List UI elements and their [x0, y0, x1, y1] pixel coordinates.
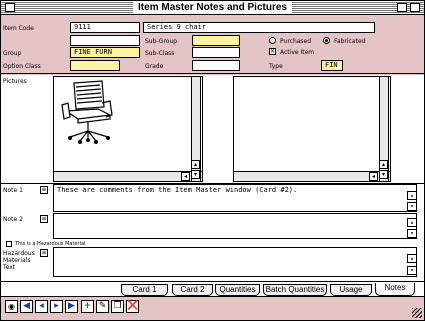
fabricated-label: Fabricated — [334, 38, 366, 45]
hazardous-scroll-up-icon[interactable]: ▴ — [407, 254, 416, 263]
picture1-horizontal-scrollbar[interactable]: ◂ ▸ — [54, 171, 202, 181]
tab-batch-quantities[interactable]: Batch Quantities — [263, 284, 327, 296]
picture-pane-1[interactable]: ◂ ▸ — [53, 76, 203, 182]
grade-field[interactable] — [192, 60, 240, 71]
fabricated-radio[interactable] — [323, 37, 330, 44]
note2-edit-icon[interactable]: ≡ — [40, 215, 48, 223]
grade-label: Grade — [145, 63, 164, 70]
hazardous-text-label-3: Text — [3, 264, 16, 271]
tab-card-2[interactable]: Card 2 — [172, 284, 213, 296]
delete-record-icon[interactable]: ❌ — [126, 300, 139, 313]
scroll-down-arrow-icon[interactable]: ▾ — [191, 170, 200, 179]
hazardous-scroll-down-icon[interactable]: ▾ — [407, 266, 416, 275]
first-record-icon[interactable]: ◀ — [20, 300, 33, 313]
purchased-label: Purchased — [280, 38, 312, 45]
type-label: Type — [269, 63, 283, 70]
scroll-up-arrow-icon[interactable]: ▴ — [379, 160, 388, 169]
tab-usage[interactable]: Usage — [330, 284, 372, 296]
previous-record-icon[interactable]: ◂ — [35, 300, 48, 313]
hazardous-edit-icon[interactable]: ≡ — [40, 249, 48, 257]
item-code-field[interactable]: 9111 — [70, 22, 140, 33]
note2-scroll-up-icon[interactable]: ▴ — [407, 218, 416, 227]
picture-pane-2[interactable]: ◂ ▸ — [233, 76, 391, 182]
note1-scroll-down-icon[interactable]: ▾ — [407, 202, 416, 211]
scroll-up-arrow-icon[interactable]: ▴ — [191, 160, 200, 169]
group-field[interactable]: FINE FURN — [70, 47, 140, 58]
next-record-icon[interactable]: ▸ — [50, 300, 63, 313]
picture1-vertical-scrollbar[interactable]: ▴ ▾ — [191, 76, 201, 182]
type-field[interactable]: FIN — [321, 60, 343, 71]
item-description-field[interactable]: Series 9 chair — [143, 22, 375, 33]
copy-record-icon[interactable]: ❐ — [111, 300, 124, 313]
hazardous-text-label-2: Materials — [3, 257, 31, 264]
tab-card-1[interactable]: Card 1 — [121, 284, 168, 296]
item-code-extra-field[interactable] — [70, 35, 140, 46]
zoom-box-icon[interactable] — [397, 3, 407, 12]
pictures-label: Pictures — [3, 78, 27, 85]
option-class-label: Option Class — [3, 63, 41, 70]
item-header-panel: Item Code 9111 Series 9 chair Sub-Group … — [1, 16, 424, 74]
picture2-horizontal-scrollbar[interactable]: ◂ ▸ — [234, 171, 390, 181]
note1-field[interactable]: These are comments from the Item Master … — [53, 184, 417, 212]
scroll-left-arrow-icon[interactable]: ◂ — [181, 172, 190, 181]
binoculars-icon[interactable]: ◉ — [5, 300, 18, 313]
note2-field[interactable]: ▴ ▾ — [53, 213, 417, 239]
last-record-icon[interactable]: ▶ — [65, 300, 78, 313]
hazardous-text-field[interactable]: ▴ ▾ — [53, 247, 417, 277]
edit-record-icon[interactable]: ✎ — [96, 300, 109, 313]
scroll-down-arrow-icon[interactable]: ▾ — [379, 170, 388, 179]
hazardous-text-label-1: Hazardous — [3, 250, 35, 257]
note1-scroll-up-icon[interactable]: ▴ — [407, 191, 416, 200]
picture2-vertical-scrollbar[interactable]: ▴ ▾ — [379, 76, 389, 182]
active-item-checkbox[interactable]: ✕ — [269, 48, 276, 55]
collapse-box-icon[interactable] — [410, 3, 420, 12]
title-bar[interactable]: Item Master Notes and Pictures — [1, 1, 424, 15]
resize-grip-icon[interactable] — [412, 308, 422, 318]
purchased-radio[interactable] — [269, 37, 276, 44]
group-label: Group — [3, 50, 22, 57]
item-master-notes-window: Item Master Notes and Pictures Item Code… — [0, 0, 425, 321]
item-code-label: Item Code — [3, 25, 34, 32]
note2-label: Note 2 — [3, 216, 23, 223]
add-record-icon[interactable]: + — [81, 300, 94, 313]
active-item-label: Active Item — [280, 49, 315, 56]
notes-pictures-area: Pictures ◂ ▸ — [1, 75, 424, 281]
card-tabs: Card 1 Card 2 Quantities Batch Quantitie… — [1, 281, 424, 296]
note1-text: These are comments from the Item Master … — [57, 186, 298, 194]
office-chair-picture — [61, 80, 113, 144]
tab-quantities[interactable]: Quantities — [215, 284, 260, 296]
scroll-left-arrow-icon[interactable]: ◂ — [369, 172, 378, 181]
subgroup-label: Sub-Group — [145, 38, 178, 45]
tab-notes[interactable]: Notes — [375, 283, 415, 296]
window-title: Item Master Notes and Pictures — [133, 2, 292, 13]
note1-edit-icon[interactable]: ≡ — [40, 186, 48, 194]
subclass-label: Sub-Class — [145, 50, 175, 57]
subclass-field[interactable] — [192, 47, 240, 58]
note1-label: Note 1 — [3, 187, 23, 194]
option-class-field[interactable] — [70, 60, 120, 71]
hazardous-material-checkbox[interactable] — [6, 241, 12, 247]
subgroup-field[interactable] — [192, 35, 240, 46]
note2-scroll-down-icon[interactable]: ▾ — [407, 229, 416, 238]
record-toolbar: ◉ ◀ ◂ ▸ ▶ + ✎ ❐ ❌ — [1, 296, 424, 320]
